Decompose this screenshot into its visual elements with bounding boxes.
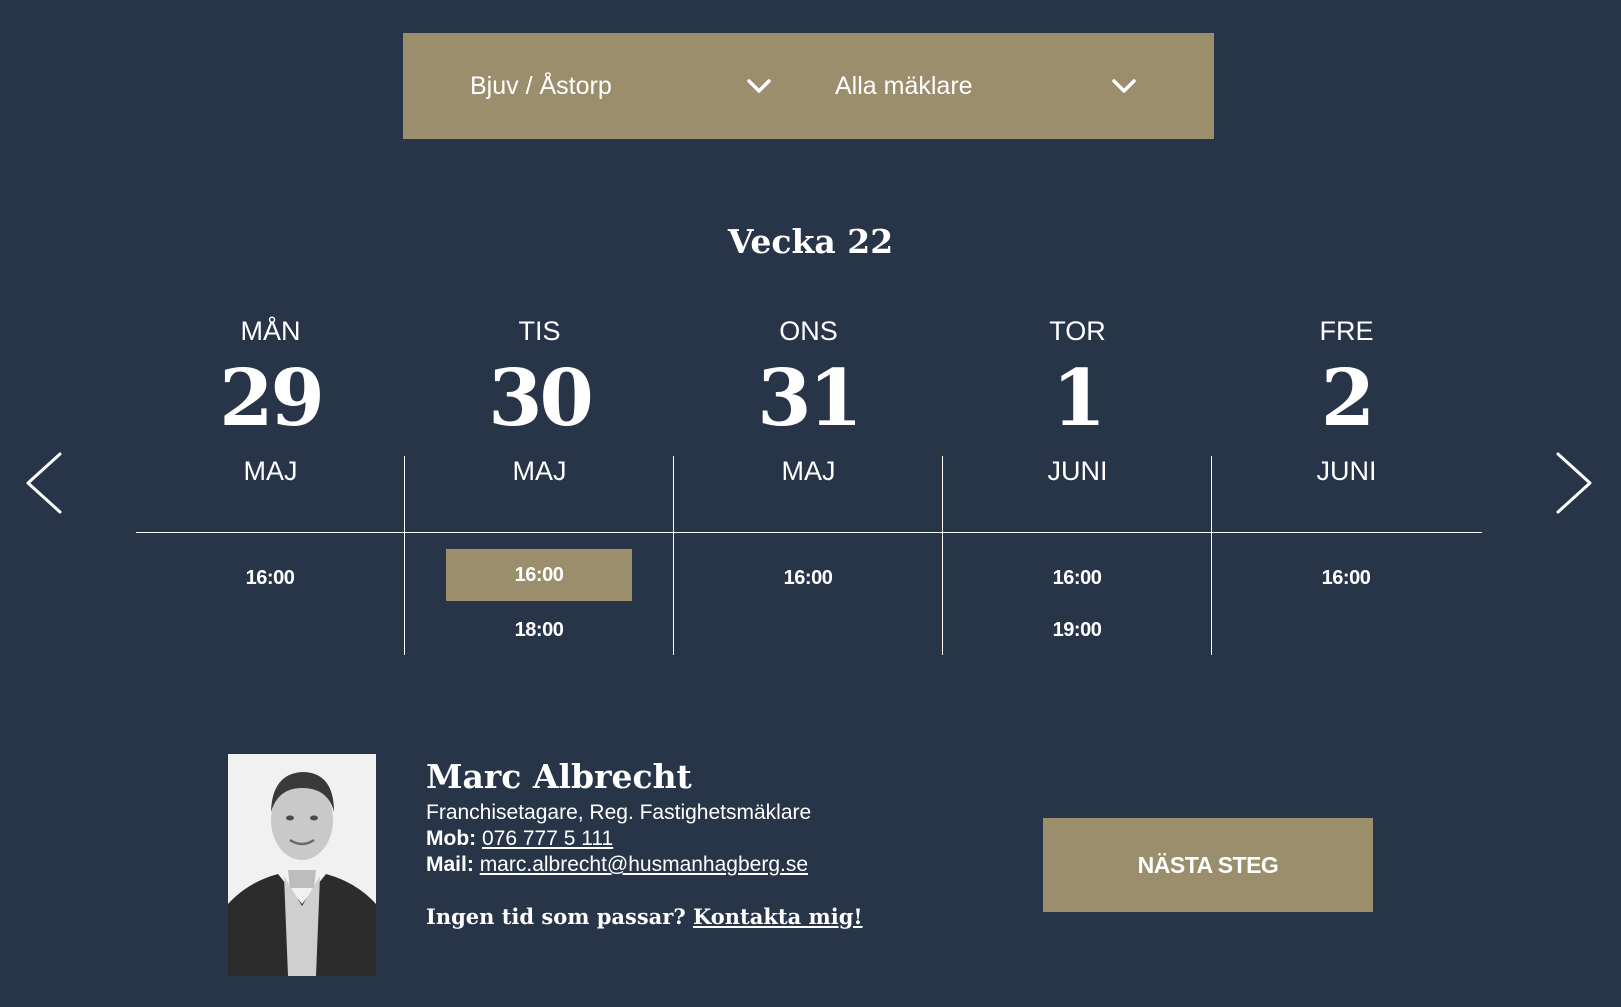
day-number: 31 xyxy=(757,353,863,444)
next-step-button[interactable]: NÄSTA STEG xyxy=(1043,818,1373,912)
contact-link[interactable]: Kontakta mig! xyxy=(693,904,863,929)
day-number: 29 xyxy=(219,353,325,444)
agent-avatar xyxy=(228,754,376,976)
agent-dropdown[interactable]: Alla mäklare xyxy=(835,33,1137,139)
day-of-week: TIS xyxy=(518,316,561,346)
month-label: MAJ xyxy=(512,456,567,486)
phone-link[interactable]: 076 777 5 111 xyxy=(482,827,613,850)
day-of-week: TOR xyxy=(1049,316,1106,346)
day-column: TIS 30 MAJ 16:00 18:00 xyxy=(405,312,674,655)
week-calendar: MÅN 29 MAJ 16:00 TIS 30 MAJ 16:00 18:00 … xyxy=(136,312,1482,655)
column-divider xyxy=(404,456,405,655)
agent-name: Marc Albrecht xyxy=(426,757,692,796)
time-slot[interactable]: 16:00 xyxy=(177,552,363,604)
agent-email-row: Mail: marc.albrecht@husmanhagberg.se xyxy=(426,852,986,878)
month-label: MAJ xyxy=(781,456,836,486)
email-link[interactable]: marc.albrecht@husmanhagberg.se xyxy=(480,853,808,876)
day-column: MÅN 29 MAJ 16:00 xyxy=(136,312,405,655)
agent-phone-row: Mob: 076 777 5 111 xyxy=(426,826,986,852)
agent-portrait-image xyxy=(228,754,376,976)
day-of-week: FRE xyxy=(1319,316,1374,346)
day-number: 30 xyxy=(488,353,594,444)
month-label: MAJ xyxy=(243,456,298,486)
time-slot-selected[interactable]: 16:00 xyxy=(446,549,632,601)
day-column: TOR 1 JUNI 16:00 19:00 xyxy=(943,312,1212,655)
month-label: JUNI xyxy=(1316,456,1377,486)
day-column: ONS 31 MAJ 16:00 xyxy=(674,312,943,655)
agent-info: Marc Albrecht Franchisetagare, Reg. Fast… xyxy=(426,758,986,929)
time-slot[interactable]: 16:00 xyxy=(984,552,1170,604)
header-divider xyxy=(136,532,1482,533)
time-slot[interactable]: 19:00 xyxy=(984,604,1170,656)
chevron-down-icon xyxy=(1112,79,1136,93)
week-title: Vecka 22 xyxy=(727,222,894,261)
agent-title: Franchisetagare, Reg. Fastighetsmäklare xyxy=(426,800,812,824)
day-number: 2 xyxy=(1320,353,1375,444)
day-of-week: ONS xyxy=(779,316,838,346)
office-dropdown-value: Bjuv / Åstorp xyxy=(470,71,612,100)
day-of-week: MÅN xyxy=(240,316,301,346)
chevron-right-icon[interactable] xyxy=(1552,448,1598,518)
column-divider xyxy=(942,456,943,655)
column-divider xyxy=(673,456,674,655)
no-time-row: Ingen tid som passar? Kontakta mig! xyxy=(426,904,986,929)
time-slot[interactable]: 16:00 xyxy=(715,552,901,604)
time-slot[interactable]: 16:00 xyxy=(1253,552,1439,604)
agent-dropdown-value: Alla mäklare xyxy=(835,71,973,100)
chevron-down-icon xyxy=(747,79,771,93)
phone-label: Mob: xyxy=(426,826,477,850)
month-label: JUNI xyxy=(1047,456,1108,486)
office-dropdown[interactable]: Bjuv / Åstorp xyxy=(470,33,772,139)
email-label: Mail: xyxy=(426,852,474,876)
day-number: 1 xyxy=(1051,353,1106,444)
chevron-left-icon[interactable] xyxy=(20,448,66,518)
no-time-text: Ingen tid som passar? xyxy=(426,903,686,929)
column-divider xyxy=(1211,456,1212,655)
time-slot[interactable]: 18:00 xyxy=(446,604,632,656)
day-column: FRE 2 JUNI 16:00 xyxy=(1212,312,1481,655)
filter-bar: Bjuv / Åstorp Alla mäklare xyxy=(403,33,1214,139)
